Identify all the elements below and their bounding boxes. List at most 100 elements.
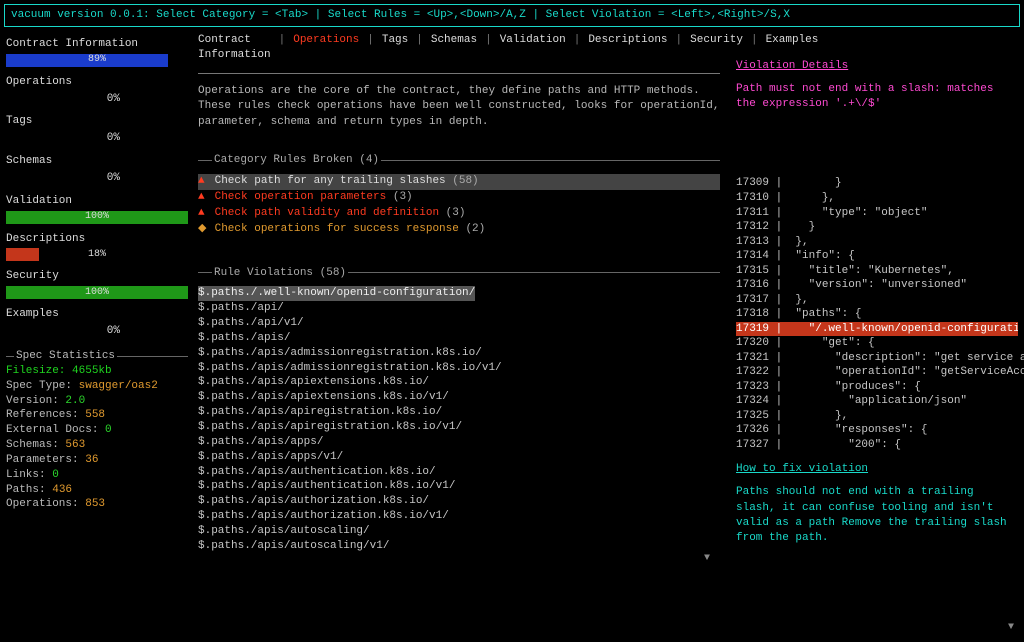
violation-details-header: Violation Details (736, 59, 1018, 74)
tab-tags[interactable]: Tags (382, 33, 408, 63)
rules-broken-header: Category Rules Broken (4) (198, 153, 720, 168)
spec-stat-line: External Docs: 0 (6, 423, 188, 438)
details-panel: Violation Details Path must not end with… (736, 31, 1018, 565)
rule-text: Check path for any trailing slashes (215, 175, 453, 187)
tab-contract-information[interactable]: Contract Information (198, 33, 271, 63)
source-line: 17314 | "info": { (736, 249, 1018, 264)
sidebar-category-pct: 0% (6, 324, 188, 339)
source-line: 17321 | "description": "get service acco… (736, 351, 1018, 366)
main-panel: Contract Information | Operations | Tags | Sch… (198, 31, 726, 565)
tab-separator: | (574, 33, 581, 63)
sidebar-category-pct: 0% (6, 92, 188, 107)
rule-count: (2) (465, 223, 485, 235)
rule-item[interactable]: ▲ Check operation parameters (3) (198, 190, 720, 206)
progress-bar: 100% (6, 211, 188, 224)
violation-item[interactable]: $.paths./apis/apiregistration.k8s.io/v1/ (198, 420, 720, 435)
violation-item[interactable]: $.paths./apis/apps/v1/ (198, 450, 720, 465)
source-snippet: 17309 | }17310 | },17311 | "type": "obje… (736, 176, 1018, 452)
spec-stat-line: Operations: 853 (6, 497, 188, 512)
sidebar-category-pct: 0% (6, 131, 188, 146)
violation-item[interactable]: $.paths./apis/autoscaling/ (198, 524, 720, 539)
violation-item[interactable]: $.paths./apis/authentication.k8s.io/v1/ (198, 479, 720, 494)
spec-stat-line: Schemas: 563 (6, 438, 188, 453)
violation-item[interactable]: $.paths./apis/ (198, 331, 720, 346)
source-line: 17322 | "operationId": "getServiceAccoun… (736, 365, 1018, 380)
rule-count: (58) (452, 175, 478, 187)
severity-icon: ◆ (198, 222, 208, 237)
source-line: 17312 | } (736, 220, 1018, 235)
source-line: 17309 | } (736, 176, 1018, 191)
tab-separator: | (676, 33, 683, 63)
tab-descriptions[interactable]: Descriptions (588, 33, 667, 63)
source-line: 17324 | "application/json" (736, 394, 1018, 409)
violation-item[interactable]: $.paths./.well-known/openid-configuratio… (198, 286, 720, 301)
sidebar: Contract Information 89% Operations 0% Tags 0… (6, 31, 188, 565)
spec-stat-line: Links: 0 (6, 468, 188, 483)
severity-icon: ▲ (198, 206, 208, 221)
violation-item[interactable]: $.paths./apis/apiregistration.k8s.io/ (198, 405, 720, 420)
scroll-indicator-right: ▼ (1008, 621, 1014, 635)
violation-item[interactable]: $.paths./api/v1/ (198, 316, 720, 331)
spec-stat-line: Version: 2.0 (6, 394, 188, 409)
violation-item[interactable]: $.paths./apis/authorization.k8s.io/ (198, 494, 720, 509)
source-line: 17315 | "title": "Kubernetes", (736, 264, 1018, 279)
violation-item[interactable]: $.paths./apis/authorization.k8s.io/v1/ (198, 509, 720, 524)
rule-item[interactable]: ◆ Check operations for success response … (198, 222, 720, 238)
rule-item[interactable]: ▲ Check path for any trailing slashes (5… (198, 174, 720, 190)
source-line: 17320 | "get": { (736, 336, 1018, 351)
title-bar: vacuum version 0.0.1: Select Category = … (4, 4, 1020, 27)
severity-icon: ▲ (198, 174, 208, 189)
source-line: 17323 | "produces": { (736, 380, 1018, 395)
scroll-indicator-left: ▼ (198, 552, 720, 566)
sidebar-category-label[interactable]: Tags (6, 114, 188, 129)
violation-item[interactable]: $.paths./apis/apiextensions.k8s.io/v1/ (198, 390, 720, 405)
violations-list[interactable]: $.paths./.well-known/openid-configuratio… (198, 286, 720, 553)
howto-text: Paths should not end with a trailing sla… (736, 485, 1018, 547)
sidebar-category-label[interactable]: Operations (6, 75, 188, 90)
source-line: 17319 | "/.well-known/openid-configurati… (736, 322, 1018, 337)
progress-bar: 89% (6, 54, 188, 67)
tab-operations[interactable]: Operations (293, 33, 359, 63)
rule-count: (3) (446, 207, 466, 219)
progress-bar: 18% (6, 248, 188, 261)
violation-item[interactable]: $.paths./apis/authentication.k8s.io/ (198, 465, 720, 480)
violation-item[interactable]: $.paths./apis/apiextensions.k8s.io/ (198, 375, 720, 390)
source-line: 17313 | }, (736, 235, 1018, 250)
divider (198, 73, 720, 74)
rule-violations-header: Rule Violations (58) (198, 266, 720, 281)
violation-item[interactable]: $.paths./api/ (198, 301, 720, 316)
spec-stat-line: Parameters: 36 (6, 453, 188, 468)
source-line: 17317 | }, (736, 293, 1018, 308)
rule-text: Check path validity and definition (215, 207, 446, 219)
severity-icon: ▲ (198, 190, 208, 205)
violation-item[interactable]: $.paths./apis/admissionregistration.k8s.… (198, 361, 720, 376)
progress-bar: 100% (6, 286, 188, 299)
sidebar-category-label[interactable]: Examples (6, 307, 188, 322)
spec-stat-line: References: 558 (6, 408, 188, 423)
sidebar-category-label[interactable]: Validation (6, 194, 188, 209)
sidebar-category-label[interactable]: Schemas (6, 154, 188, 169)
sidebar-category-label[interactable]: Descriptions (6, 232, 188, 247)
tab-schemas[interactable]: Schemas (431, 33, 477, 63)
sidebar-category-label[interactable]: Contract Information (6, 37, 188, 52)
spec-stat-line: Filesize: 4655kb (6, 364, 188, 379)
rule-count: (3) (393, 191, 413, 203)
tab-validation[interactable]: Validation (500, 33, 566, 63)
spec-stats-header: Spec Statistics (6, 349, 188, 364)
rule-text: Check operations for success response (215, 223, 466, 235)
sidebar-category-label[interactable]: Security (6, 269, 188, 284)
violation-item[interactable]: $.paths./apis/apps/ (198, 435, 720, 450)
source-line: 17326 | "responses": { (736, 423, 1018, 438)
violation-item[interactable]: $.paths./apis/admissionregistration.k8s.… (198, 346, 720, 361)
source-line: 17311 | "type": "object" (736, 206, 1018, 221)
violation-message: Path must not end with a slash: matches … (736, 82, 1018, 113)
tab-separator: | (416, 33, 423, 63)
tab-separator: | (485, 33, 492, 63)
howto-header: How to fix violation (736, 462, 1018, 477)
spec-stat-line: Paths: 436 (6, 483, 188, 498)
rule-item[interactable]: ▲ Check path validity and definition (3) (198, 206, 720, 222)
spec-stat-line: Spec Type: swagger/oas2 (6, 379, 188, 394)
source-line: 17325 | }, (736, 409, 1018, 424)
source-line: 17316 | "version": "unversioned" (736, 278, 1018, 293)
category-description: Operations are the core of the contract,… (198, 84, 720, 132)
